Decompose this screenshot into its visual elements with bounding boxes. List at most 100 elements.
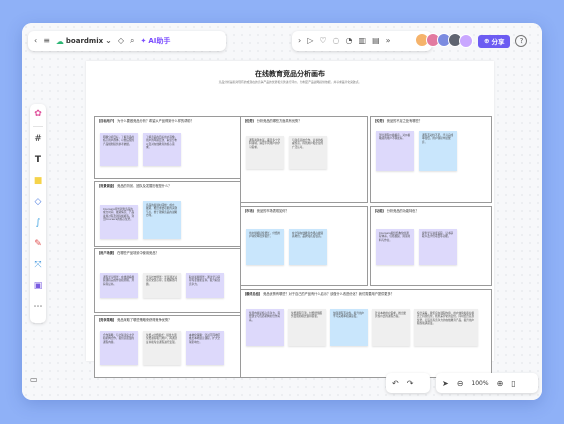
share-area: ⊕ 分享 ? — [459, 31, 539, 51]
section-question: 竞品采取了哪些策略来获得竞争优势？ — [117, 318, 172, 322]
section-question: 竞品优势有哪些？对于自己的产品有什么启示？该做什么改进优化？我们需要用户提供更多… — [263, 292, 394, 296]
sticky-note[interactable]: 与知名高校合作，证书的权威性高，得到用户和企业的广泛认可。 — [289, 136, 327, 169]
share-button[interactable]: ⊕ 分享 — [478, 34, 511, 48]
zoom-in-icon[interactable]: ⊕ — [497, 379, 504, 388]
app-logo[interactable]: ☁ boardmix ⌄ — [56, 37, 112, 46]
top-right-toolbar: › ▷ ♡ ◌ ◔ ▥ ▤ » — [292, 31, 432, 51]
section-head: 【劣势】 — [373, 119, 386, 123]
sticky-note[interactable]: 明确分析目标，了解竞品的核心用户群体，以便后续的产品规划提供参考依据。 — [100, 133, 138, 166]
timer-icon[interactable]: ◔ — [346, 37, 353, 45]
whiteboard-canvas[interactable]: 在线教育竞品分析画布 竞品分析是指对现有的或潜在的竞争产品的优势和劣势进行评价，… — [22, 23, 542, 400]
sticky-note[interactable]: 在全球在线教育市场占据领先地位，品牌知名度较高。 — [289, 229, 327, 265]
more-tools-icon[interactable]: ⋯ — [34, 302, 43, 312]
section-question: 竞品的不足之处有哪些？ — [386, 119, 422, 123]
section-question: 在哪些产品场景中使用竞品？ — [117, 251, 159, 255]
section-head: 【目标用户】 — [97, 119, 117, 123]
sticky-note[interactable]: 针对本地用户需求，推出更具性价比的课程方案。 — [372, 309, 410, 346]
app-window: 在线教育竞品分析画布 竞品分析是指对现有的或潜在的竞争产品的优势和劣势进行评价，… — [22, 23, 542, 400]
ai-assistant-button[interactable]: ✦ AI助手 — [140, 36, 170, 46]
chevron-down-icon: ⌄ — [105, 36, 112, 45]
section-user-scenes[interactable]: 【用户场景】 在哪些产品场景中使用竞品？ 课程学习场景：在线观看视频课程完成作业… — [94, 248, 241, 313]
sticky-note[interactable]: 课程互动性不足，学习完成率较低，用户容易中途放弃。 — [419, 131, 457, 171]
help-icon[interactable]: ? — [515, 35, 528, 47]
analysis-board[interactable]: 在线教育竞品分析画布 竞品分析是指对现有的或潜在的竞争产品的优势和劣势进行评价，… — [86, 61, 494, 378]
sticky-note[interactable]: 职业发展场景：通过学习获得专业技能证书，提升职业竞争力。 — [186, 273, 224, 298]
sticky-note[interactable]: 课程学习场景：在线观看视频课程完成作业和测验，并获得证书。 — [100, 273, 138, 298]
section-conclusion[interactable]: 【最终总结】 竞品优势有哪些？对于自己的产品有什么启示？该做什么改进优化？我们需… — [240, 289, 492, 378]
section-advantages[interactable]: 【优势】 分析竞品的哪些方面具有优势？ 课程资源丰富，覆盖多个学科领域，满足不同… — [240, 116, 368, 203]
sticky-note[interactable]: 了解竞品的目标用户画像，用户的年龄层次、职业分布以及对在线教育的核心需求。 — [143, 133, 181, 166]
ai-sparkle-icon: ✦ — [140, 37, 147, 45]
mindmap-icon[interactable]: ⤧ — [34, 260, 41, 270]
minimap-icon[interactable]: ▭ — [30, 375, 38, 384]
pen-icon[interactable]: ✎ — [34, 239, 42, 249]
sticky-note-icon[interactable]: ■ — [34, 176, 43, 186]
select-cursor-icon[interactable]: ➤ — [442, 379, 449, 388]
section-head: 【竞争策略】 — [97, 318, 117, 322]
section-question: 分析竞品的哪些方面具有优势？ — [256, 119, 302, 123]
collaborator-avatars[interactable] — [415, 33, 462, 47]
section-question: 竞品的背景、团队及发展历程是什么？ — [117, 184, 172, 188]
redo-icon[interactable]: ↷ — [407, 379, 414, 388]
section-disadvantages[interactable]: 【劣势】 竞品的不足之处有哪些？ 部分课程价格偏高，对价格敏感的用户不够友好。 … — [370, 116, 492, 203]
book-icon[interactable]: ▯ — [511, 379, 515, 388]
comment-icon[interactable]: ◌ — [333, 37, 340, 45]
sticky-note[interactable]: 本地化策略：针对不同地区推出本地语言课程，扩大全球影响力。 — [186, 331, 224, 365]
vote-icon[interactable]: ▥ — [359, 37, 367, 45]
sticky-note[interactable]: 部分课程价格偏高，对价格敏感的用户不够友好。 — [376, 131, 414, 171]
history-controls: ↶ ↷ — [386, 373, 430, 393]
frame-icon[interactable]: # — [34, 134, 42, 144]
sticky-note[interactable]: 课程资源丰富，覆盖多个学科领域，满足不同用户的学习需求。 — [246, 136, 284, 169]
more-chevron-icon[interactable]: » — [386, 37, 391, 45]
section-features[interactable]: 【功能】 分析竞品的功能特色？ Coursera提供结构化的课程体系，包括视频、… — [370, 206, 492, 286]
add-user-icon: ⊕ — [484, 37, 490, 45]
menu-icon[interactable]: ≡ — [43, 37, 50, 45]
search-icon[interactable]: ⌕ — [130, 37, 134, 45]
expand-icon[interactable]: › — [298, 37, 301, 45]
section-market[interactable]: 【市场】 竞品的市场表现如何？ 用户规模持续增长，付费用户转化率稳步提升。 在全… — [240, 206, 368, 286]
back-icon[interactable]: ‹ — [34, 37, 37, 45]
sticky-note[interactable]: 综合来看，我们应在课程内容、用户体验和商业模式上持续优化，找准差异化的定位，同时… — [414, 309, 478, 346]
sticky-note[interactable]: 免费课程引流，付费增值服务变现的模式值得借鉴。 — [288, 309, 326, 346]
section-head: 【市场】 — [243, 209, 256, 213]
color-palette-icon[interactable]: ✿ — [34, 109, 42, 119]
undo-icon[interactable]: ↶ — [392, 379, 399, 388]
board-title: 在线教育竞品分析画布 — [255, 70, 325, 78]
section-head: 【背景调查】 — [97, 184, 117, 188]
shape-icon[interactable]: ◇ — [35, 197, 42, 207]
chart-icon[interactable]: ▤ — [372, 37, 380, 45]
sticky-note[interactable]: 加强课程互动性，提升用户学习完成率和满意度。 — [330, 309, 368, 346]
board-subtitle: 竞品分析是指对现有的或潜在的竞争产品的优势和劣势进行评价，为制定产品战略提供依据… — [218, 80, 362, 84]
template-icon[interactable]: ▣ — [34, 281, 43, 291]
tag-icon[interactable]: ◇ — [118, 37, 124, 45]
section-background[interactable]: 【背景调查】 竞品的背景、团队及发展历程是什么？ Coursera背景调查竞品的… — [94, 181, 241, 247]
connector-icon[interactable]: ∫ — [36, 218, 41, 228]
sticky-note[interactable]: 合作策略：与全球顶尖大学和机构合作，提供高质量的课程内容。 — [100, 331, 138, 365]
sticky-note[interactable]: 免费+付费模式：提供大量免费课程吸引用户，再通过证书和专业课程进行变现。 — [143, 331, 181, 365]
top-left-toolbar: ‹ ≡ ☁ boardmix ⌄ ◇ ⌕ ✦ AI助手 — [28, 31, 226, 51]
like-icon[interactable]: ♡ — [319, 37, 326, 45]
sticky-note[interactable]: 学习社交场景：学员通过讨论区交流心得，互相解答问题。 — [143, 273, 181, 298]
play-icon[interactable]: ▷ — [307, 37, 313, 45]
sticky-note[interactable]: 优质内容是核心竞争力，需要建立与优质机构的合作关系。 — [246, 309, 284, 346]
sticky-note[interactable]: 提供学习进度追踪、证书获取以及学位项目等功能。 — [419, 229, 457, 265]
share-label: 分享 — [491, 38, 505, 46]
section-head: 【优势】 — [243, 119, 256, 123]
sticky-note[interactable]: 用户规模持续增长，付费用户转化率稳步提升。 — [246, 229, 284, 265]
user-avatar[interactable] — [459, 34, 473, 48]
text-icon[interactable]: T — [35, 155, 41, 165]
sticky-note[interactable]: 竞品的发展时间线：成立、融资、推出重要功能的关键节点，便于理解竞品的战略方向。 — [143, 201, 181, 239]
zoom-out-icon[interactable]: ⊖ — [457, 379, 464, 388]
app-name: boardmix — [65, 37, 104, 45]
section-target-users[interactable]: 【目标用户】 为什么要做竞品分析？希望从产品得到什么样的帮助？ 明确分析目标，了… — [94, 116, 241, 179]
section-competitive-strategy[interactable]: 【竞争策略】 竞品采取了哪些策略来获得竞争优势？ 合作策略：与全球顶尖大学和机构… — [94, 315, 241, 378]
sticky-note[interactable]: Coursera提供结构化的课程体系，包括视频、阅读材料与作业。 — [376, 229, 414, 265]
bottom-controls: ↶ ↷ ➤ ⊖ 100% ⊕ ▯ — [386, 373, 538, 393]
sticky-note[interactable]: Coursera背景调查竞品的成立时间、融资情况、产品发展过程及团队规模等。列出… — [100, 205, 138, 239]
section-question: 分析竞品的功能特色？ — [386, 209, 419, 213]
zoom-level[interactable]: 100% — [471, 380, 488, 387]
section-question: 竞品的市场表现如何？ — [256, 209, 289, 213]
section-head: 【功能】 — [373, 209, 386, 213]
boardmix-logo-icon: ☁ — [55, 36, 64, 46]
zoom-controls: ➤ ⊖ 100% ⊕ ▯ — [436, 373, 538, 393]
